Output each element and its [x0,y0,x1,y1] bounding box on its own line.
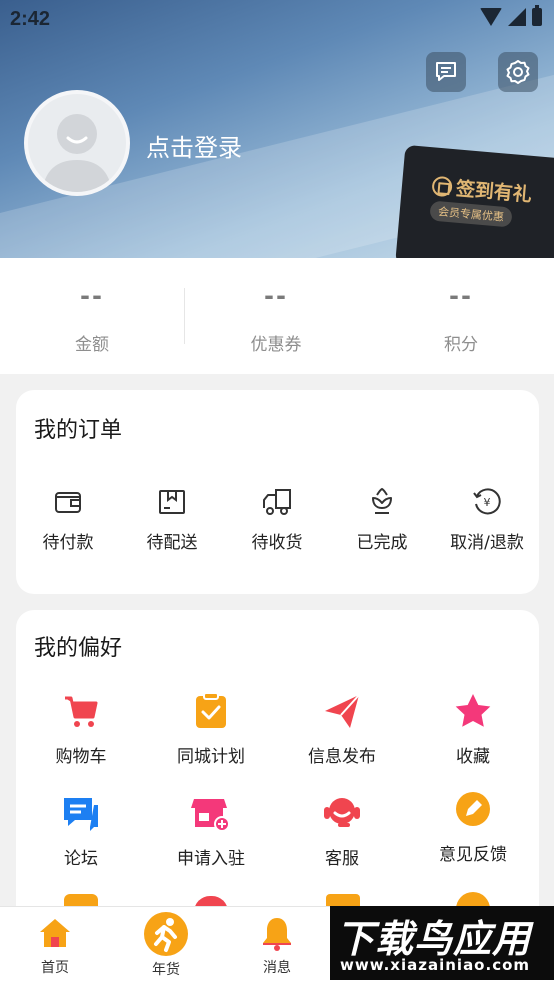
pref-label: 意见反馈 [439,845,507,865]
truck-icon [263,489,291,515]
status-bar: 2:42 [0,0,554,38]
stat-value: -- [264,282,288,310]
stat-label: 金额 [75,335,109,355]
pref-label: 论坛 [64,849,98,869]
nav-new-year-goods[interactable]: 年货 [111,911,221,979]
pref-label: 信息发布 [308,747,376,767]
orders-card: 我的订单 待付款 待配送 待收货 已完成 ¥ 取消/退款 [16,390,539,594]
clipboard-check-icon [196,692,226,728]
wallet-icon [55,492,81,513]
signal-icon [508,8,526,26]
settings-button[interactable] [498,52,538,92]
order-pending-payment[interactable]: 待付款 [16,486,120,553]
refund-icon: ¥ [473,488,501,515]
package-icon [159,490,185,514]
wifi-icon [480,8,502,26]
avatar[interactable] [24,90,130,196]
status-time: 2:42 [10,8,51,30]
bell-icon [263,918,291,951]
gift-icon [431,175,453,198]
watermark-text: 下载鸟应用 [336,917,532,961]
order-label: 待付款 [42,533,94,553]
pref-label: 客服 [325,849,359,869]
nav-home[interactable]: 首页 [0,915,110,977]
pref-label: 申请入驻 [177,849,245,869]
settings-icon [506,60,530,84]
pref-apply-join[interactable]: 申请入驻 [146,792,276,869]
watermark: 下载鸟应用 www.xiazainiao.com [330,906,554,980]
home-icon [40,919,70,947]
runner-icon [144,912,188,956]
preferences-card: 我的偏好 购物车 同城计划 信息发布 收藏 论坛 申请入驻 客服 意见反馈 [16,610,539,950]
stat-label: 积分 [444,335,478,355]
headset-icon [324,798,360,827]
orders-title: 我的订单 [34,418,123,443]
cart-icon [65,696,98,727]
preferences-title: 我的偏好 [34,636,123,661]
pref-label: 同城计划 [177,747,245,767]
pref-post-info[interactable]: 信息发布 [277,690,407,767]
pref-label: 收藏 [456,747,490,767]
paper-plane-icon [325,694,360,728]
flower-icon [372,487,392,514]
account-stats: -- 金额 -- 优惠券 -- 积分 [0,258,554,374]
stat-coupons[interactable]: -- 优惠券 [184,282,368,355]
nav-label: 年货 [152,962,180,978]
pref-forum[interactable]: 论坛 [16,792,146,869]
stat-points[interactable]: -- 积分 [369,282,553,355]
nav-label: 消息 [263,960,291,976]
order-label: 待配送 [146,533,198,553]
pref-cart[interactable]: 购物车 [16,690,146,767]
order-label: 待收货 [251,533,303,553]
message-icon [436,62,456,81]
login-link[interactable]: 点击登录 [146,128,242,163]
stat-value: -- [80,282,104,310]
status-icons [480,5,542,26]
order-completed[interactable]: 已完成 [330,486,434,553]
pref-favorites[interactable]: 收藏 [408,690,538,767]
watermark-url: www.xiazainiao.com [340,956,531,974]
chat-icon [64,798,98,831]
order-refund[interactable]: ¥ 取消/退款 [435,486,539,553]
pencil-icon [456,792,490,826]
order-label: 已完成 [356,533,408,553]
store-add-icon [191,799,230,832]
order-pending-delivery[interactable]: 待配送 [120,486,224,553]
order-label: 取消/退款 [450,533,524,553]
nav-messages[interactable]: 消息 [222,915,332,977]
profile-header: 2:42 点击登录 签到有礼 会员专属优惠 [0,0,554,258]
stat-label: 优惠券 [250,335,302,355]
message-button[interactable] [426,52,466,92]
svg-text:¥: ¥ [484,496,491,509]
default-avatar-icon [42,114,112,192]
pref-local-plan[interactable]: 同城计划 [146,690,276,767]
stat-balance[interactable]: -- 金额 [0,282,184,355]
order-pending-receipt[interactable]: 待收货 [225,486,329,553]
star-icon [455,694,491,727]
nav-label: 首页 [41,960,69,976]
pref-customer-service[interactable]: 客服 [277,792,407,869]
pref-feedback[interactable]: 意见反馈 [408,788,538,865]
battery-icon [532,5,542,26]
pref-label: 购物车 [55,747,107,767]
stat-value: -- [449,282,473,310]
